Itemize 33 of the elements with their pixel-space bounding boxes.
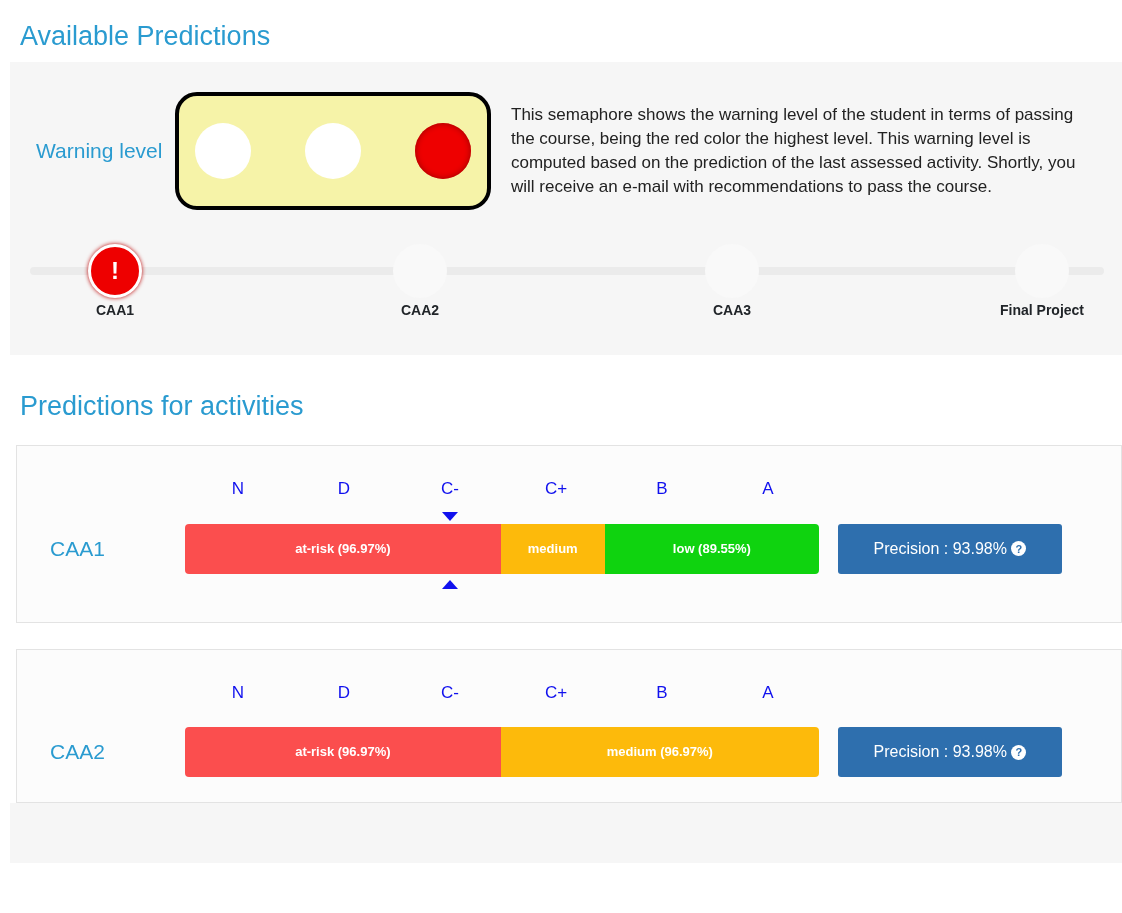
grade-label: N <box>230 478 246 500</box>
grade-label: A <box>761 478 775 500</box>
grade-label: C+ <box>543 478 569 500</box>
section-title: Predictions for activities <box>19 390 305 423</box>
grade-label: C+ <box>543 681 569 704</box>
milestone-label: Final Project <box>999 301 1085 320</box>
activity-name: CAA1 <box>49 535 106 562</box>
grade-label: B <box>655 681 669 704</box>
precision-button[interactable]: Precision : 93.98% ? <box>838 727 1062 777</box>
grade-label: C- <box>440 478 460 500</box>
risk-segment: low (89.55%) <box>604 523 819 574</box>
grade-label: A <box>761 681 775 704</box>
activity-name: CAA2 <box>49 739 106 766</box>
milestone-label: CAA1 <box>94 301 136 320</box>
grade-label: N <box>230 681 246 704</box>
warning-label: Warning level <box>35 138 164 165</box>
description-text: This semaphore shows the warning level of the student in terms of passing the course, being the red color the highest level. This warning level is computed based on the prediction of the last assessed activity. Shortly, you will receive an e-mail with recommendations to pass the course. <box>511 104 1077 198</box>
risk-segment: medium <box>500 523 605 574</box>
risk-segment: medium (96.97%) <box>500 727 819 777</box>
help-icon: ? <box>1011 744 1027 760</box>
risk-segment: at-risk (96.97%) <box>185 727 501 777</box>
risk-segment: at-risk (96.97%) <box>185 523 501 574</box>
marker-icon <box>442 579 458 589</box>
precision-button[interactable]: Precision : 93.98% ? <box>838 523 1062 574</box>
grade-label: B <box>655 478 669 500</box>
help-icon: ? <box>1011 541 1027 557</box>
section-title: Available Predictions <box>19 20 272 53</box>
milestone-label: CAA2 <box>399 301 441 320</box>
alert-icon: ! <box>88 244 142 298</box>
grade-label: D <box>336 478 352 500</box>
grade-label: D <box>336 681 352 704</box>
milestone-label: CAA3 <box>711 301 753 320</box>
grade-label: C- <box>440 681 460 704</box>
